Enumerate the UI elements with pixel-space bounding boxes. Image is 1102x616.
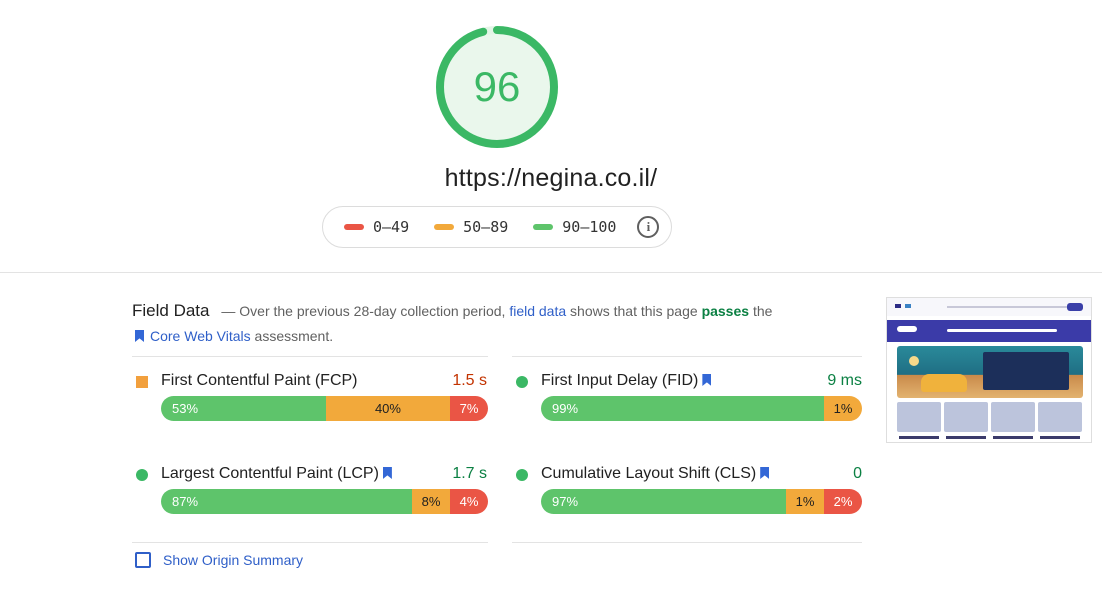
thumbnail-social-icons bbox=[895, 304, 925, 308]
passes-status: passes bbox=[701, 303, 750, 319]
metric-fid: First Input Delay (FID) 9 ms 99% 1% bbox=[512, 370, 862, 421]
section-divider bbox=[0, 272, 1102, 273]
metric-lcp: Largest Contentful Paint (LCP) 1.7 s 87%… bbox=[132, 463, 488, 514]
legend-label-poor: 0–49 bbox=[373, 218, 410, 236]
legend-swatch-average bbox=[434, 224, 455, 230]
bar-segment-average: 40% bbox=[325, 396, 450, 421]
legend-item-good: 90–100 bbox=[533, 218, 616, 236]
metric-name-cls: Cumulative Layout Shift (CLS) bbox=[541, 465, 775, 483]
legend-swatch-good bbox=[533, 224, 554, 230]
thumbnail-card bbox=[944, 402, 988, 439]
origin-summary-label[interactable]: Show Origin Summary bbox=[163, 552, 303, 568]
metric-value-lcp: 1.7 s bbox=[452, 465, 487, 482]
metric-label-fid: First Input Delay (FID) bbox=[541, 372, 699, 389]
distribution-bar-lcp: 87% 8% 4% bbox=[161, 489, 488, 514]
thumbnail-hero-bus bbox=[921, 374, 967, 392]
bar-segment-good: 99% bbox=[541, 396, 824, 421]
bookmark-icon bbox=[135, 330, 144, 342]
bookmark-icon bbox=[702, 374, 712, 386]
field-data-dash: — bbox=[221, 303, 236, 319]
metric-cls: Cumulative Layout Shift (CLS) 0 97% 1% 2… bbox=[512, 463, 862, 514]
metric-name-fcp: First Contentful Paint (FCP) bbox=[161, 372, 358, 389]
pass-circle-icon bbox=[516, 469, 528, 481]
field-data-header: Field Data — Over the previous 28-day co… bbox=[132, 298, 852, 349]
field-data-text-4: assessment. bbox=[254, 328, 334, 344]
performance-score-gauge: 96 bbox=[434, 24, 560, 150]
performance-score-value: 96 bbox=[473, 63, 521, 110]
thumbnail-card bbox=[897, 402, 941, 439]
bookmark-icon bbox=[382, 467, 392, 479]
field-data-text-2: shows that this page bbox=[570, 303, 698, 319]
metric-name-fid: First Input Delay (FID) bbox=[541, 372, 717, 390]
legend-label-good: 90–100 bbox=[562, 218, 617, 236]
bar-segment-average: 1% bbox=[824, 396, 862, 421]
pass-circle-icon bbox=[136, 469, 148, 481]
legend-item-average: 50–89 bbox=[434, 218, 508, 236]
bar-segment-poor: 7% bbox=[450, 396, 488, 421]
bar-segment-average: 1% bbox=[786, 489, 824, 514]
core-web-vitals-link[interactable]: Core Web Vitals bbox=[150, 328, 251, 344]
legend-swatch-poor bbox=[344, 224, 364, 230]
field-data-link[interactable]: field data bbox=[509, 303, 566, 319]
field-data-text-3: the bbox=[752, 303, 773, 319]
metric-label-lcp: Largest Contentful Paint (LCP) bbox=[161, 465, 379, 482]
metric-fcp: First Contentful Paint (FCP) 1.5 s 53% 4… bbox=[132, 370, 488, 421]
average-square-icon bbox=[136, 376, 148, 388]
bar-segment-good: 97% bbox=[541, 489, 786, 514]
field-data-text-1: Over the previous 28-day collection peri… bbox=[239, 303, 506, 319]
thumbnail-nav bbox=[947, 306, 1067, 308]
distribution-bar-fcp: 53% 40% 7% bbox=[161, 396, 488, 421]
thumbnail-banner-text bbox=[947, 329, 1057, 332]
column-rule-right-bottom bbox=[512, 542, 862, 543]
thumbnail-card bbox=[1038, 402, 1082, 439]
legend-label-average: 50–89 bbox=[463, 218, 509, 236]
bar-segment-poor: 4% bbox=[450, 489, 488, 514]
bar-segment-good: 87% bbox=[161, 489, 412, 514]
thumbnail-hero-sun bbox=[909, 356, 919, 366]
bar-segment-poor: 2% bbox=[824, 489, 862, 514]
column-rule-right-top bbox=[512, 356, 862, 357]
page-url: https://negina.co.il/ bbox=[444, 164, 658, 192]
score-legend: 0–49 50–89 90–100 i bbox=[322, 206, 672, 248]
bar-segment-good: 53% bbox=[161, 396, 326, 421]
metric-value-fcp: 1.5 s bbox=[452, 372, 487, 389]
page-screenshot-thumbnail bbox=[886, 297, 1092, 443]
field-data-title: Field Data bbox=[132, 301, 210, 320]
thumbnail-logo bbox=[1067, 303, 1083, 311]
column-rule-left-top bbox=[132, 356, 488, 357]
pass-circle-icon bbox=[516, 376, 528, 388]
thumbnail-card bbox=[991, 402, 1035, 439]
metric-value-fid: 9 ms bbox=[827, 372, 862, 389]
thumbnail-hero-sign bbox=[983, 352, 1069, 390]
thumbnail-banner-button bbox=[897, 326, 917, 332]
origin-summary-checkbox[interactable] bbox=[135, 552, 151, 568]
bookmark-icon bbox=[760, 467, 770, 479]
legend-item-poor: 0–49 bbox=[344, 218, 409, 236]
bar-segment-average: 8% bbox=[412, 489, 450, 514]
metric-value-cls: 0 bbox=[853, 465, 862, 482]
distribution-bar-cls: 97% 1% 2% bbox=[541, 489, 862, 514]
info-icon[interactable]: i bbox=[637, 216, 660, 238]
column-rule-left-bottom bbox=[132, 542, 488, 543]
metric-label-cls: Cumulative Layout Shift (CLS) bbox=[541, 465, 757, 482]
metric-name-lcp: Largest Contentful Paint (LCP) bbox=[161, 465, 398, 483]
distribution-bar-fid: 99% 1% bbox=[541, 396, 862, 421]
show-origin-summary-toggle[interactable]: Show Origin Summary bbox=[135, 552, 303, 568]
